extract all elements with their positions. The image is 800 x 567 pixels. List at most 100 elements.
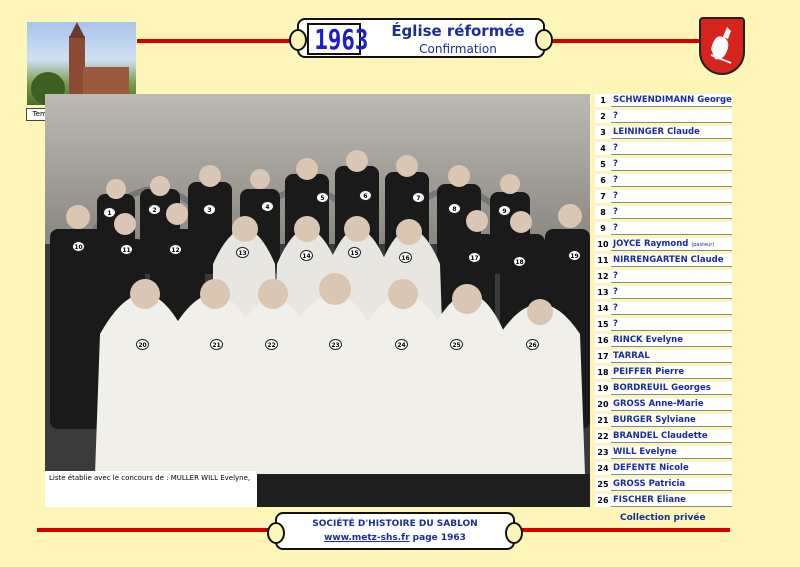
photo-badge: 11 [120,244,133,255]
list-item: 26 FISCHER Eliane [593,494,733,507]
list-item-name-text: BRANDEL Claudette [613,431,708,441]
list-item-number: 11 [595,254,611,267]
list-item: 5? [593,158,733,171]
list-item-name-text: WILL Evelyne [613,447,677,457]
photo-badge: 8 [448,203,461,214]
page-subtitle: Confirmation [419,42,497,56]
list-item-name: ? [611,110,732,123]
list-item-name-text: ? [613,303,618,313]
list-item: 15? [593,318,733,331]
footer-banner: SOCIÉTÉ D'HISTOIRE DU SABLON www.metz-sh… [267,512,523,550]
photo-badge: 1 [103,207,116,218]
photo-badge: 14 [300,250,313,261]
list-item-number: 4 [595,142,611,155]
header-line-right [546,39,700,43]
photo-badge: 25 [450,339,463,350]
photo-badge: 15 [348,247,361,258]
list-item-name: FISCHER Eliane [611,494,732,507]
list-item-number: 15 [595,318,611,331]
list-item: 23 WILL Evelyne [593,446,733,459]
list-item-name: TARRAL [611,350,732,363]
list-item-note: (pasteur) [691,242,715,248]
header-line-left [137,39,299,43]
list-item-name: ? [611,270,732,283]
list-item-name-text: ? [613,191,618,201]
list-item: 1 SCHWENDIMANN Georges [593,94,733,107]
year-label: 1963 [314,23,369,56]
church-spire [69,22,85,38]
photo-credit: Liste établie avec le concours de : MULL… [45,471,257,507]
list-item-name: PEIFFER Pierre [611,366,732,379]
list-item-name-text: ? [613,223,618,233]
list-item-name-text: FISCHER Eliane [613,495,686,505]
list-item-name: JOYCE Raymond (pasteur) [611,238,732,251]
list-item: 9? [593,222,733,235]
list-item-name-text: ? [613,175,618,185]
footer-site-line: www.metz-shs.fr page 1963 [277,533,513,543]
list-item-name: ? [611,142,732,155]
list-item-number: 12 [595,270,611,283]
list-item: 11 NIRRENGARTEN Claude [593,254,733,267]
list-item: 8? [593,206,733,219]
list-item: 19 BORDREUIL Georges [593,382,733,395]
photo-badge: 2 [148,204,161,215]
page-title: Église réformée [391,22,525,40]
list-item-number: 1 [595,94,611,107]
list-item-number: 9 [595,222,611,235]
photo-badge: 24 [395,339,408,350]
list-item-number: 3 [595,126,611,139]
list-item-number: 2 [595,110,611,123]
photo-badge: 10 [72,241,85,252]
year-frame: 1963 [307,23,369,56]
photo-badge: 17 [468,252,481,263]
list-item: 10 JOYCE Raymond (pasteur) [593,238,733,251]
footer-line-right [514,528,730,532]
list-item-name-text: ? [613,319,618,329]
list-item: 20 GROSS Anne-Marie [593,398,733,411]
photo-badge: 16 [399,252,412,263]
list-item-name-text: LEININGER Claude [613,127,700,137]
list-item-name-text: BORDREUIL Georges [613,383,711,393]
list-item-name-text: JOYCE Raymond [613,239,689,249]
list-item-name: ? [611,302,732,315]
list-item-name-text: TARRAL [613,351,650,361]
list-item-number: 16 [595,334,611,347]
list-item-number: 10 [595,238,611,251]
collection-label: Collection privée [620,513,706,523]
list-item-number: 22 [595,430,611,443]
list-item-number: 20 [595,398,611,411]
list-item-number: 8 [595,206,611,219]
list-item-number: 18 [595,366,611,379]
list-item-name: BRANDEL Claudette [611,430,732,443]
list-item-name: ? [611,190,732,203]
list-item-number: 5 [595,158,611,171]
list-item-name: RINCK Evelyne [611,334,732,347]
photo-badge: 21 [210,339,223,350]
list-item-name: GROSS Anne-Marie [611,398,732,411]
list-item-name-text: SCHWENDIMANN Georges [613,95,732,105]
list-item-name: ? [611,158,732,171]
list-item: 4? [593,142,733,155]
list-item: 18 PEIFFER Pierre [593,366,733,379]
group-photo: 1 2 3 4 5 6 7 8 9 10 11 12 13 14 15 16 1… [45,94,590,507]
list-item-number: 26 [595,494,611,507]
photo-badge: 13 [236,247,249,258]
list-item: 22 BRANDEL Claudette [593,430,733,443]
list-item-name: ? [611,222,732,235]
photo-badge: 4 [261,201,274,212]
website-link[interactable]: www.metz-shs.fr [324,533,409,543]
list-item-number: 17 [595,350,611,363]
list-item-number: 25 [595,478,611,491]
list-item-number: 24 [595,462,611,475]
list-item: 12? [593,270,733,283]
church-thumbnail [27,22,136,105]
list-item-number: 7 [595,190,611,203]
photo-badge: 9 [498,205,511,216]
list-item-name-text: ? [613,111,618,121]
list-item-name: ? [611,174,732,187]
footer-line-left [37,528,277,532]
photo-badge: 19 [568,250,581,261]
photo-badge: 3 [203,204,216,215]
list-item-name: NIRRENGARTEN Claude [611,254,732,267]
page-reference: page 1963 [412,533,466,543]
